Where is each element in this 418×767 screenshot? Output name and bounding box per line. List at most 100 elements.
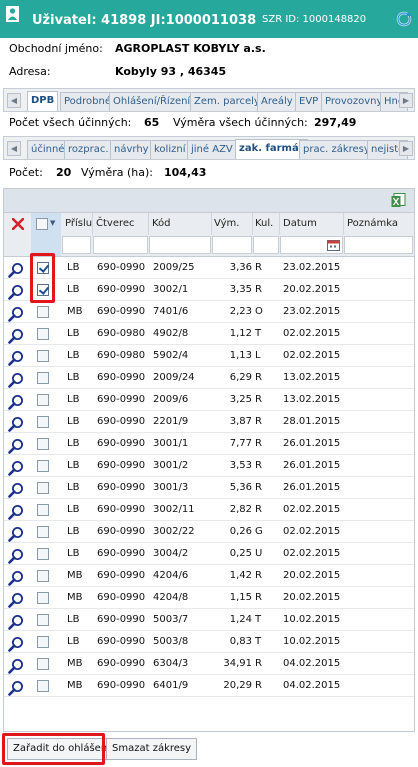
- table-row[interactable]: LB 690-0990 3002/11 2,82 R 02.02.2015: [4, 499, 414, 521]
- table-row[interactable]: LB 690-0990 2009/6 3,25 R 13.02.2015: [4, 389, 414, 411]
- magnifier-icon[interactable]: [8, 658, 24, 674]
- table-row[interactable]: LB 690-0990 2009/25 3,36 R 23.02.2015: [4, 257, 414, 279]
- select-all-checkbox[interactable]: [36, 218, 48, 230]
- filter-kod[interactable]: [149, 236, 211, 254]
- magnifier-icon[interactable]: [8, 570, 24, 586]
- table-row[interactable]: LB 690-0990 5003/7 1,24 T 10.02.2015: [4, 609, 414, 631]
- table-row[interactable]: MB 690-0990 4204/8 1,15 R 20.02.2015: [4, 587, 414, 609]
- col-poznamka[interactable]: Poznámka: [347, 218, 398, 229]
- tab-ohlaseni-rizeni[interactable]: Ohlášení/Řízení: [109, 92, 195, 111]
- row-checkbox[interactable]: [37, 394, 49, 406]
- magnifier-icon[interactable]: [8, 482, 24, 498]
- arrow-left-icon[interactable]: ◀: [7, 93, 21, 108]
- col-datum[interactable]: Datum: [283, 218, 317, 229]
- filter-kultura[interactable]: [253, 236, 279, 254]
- filter-ctverec[interactable]: [93, 236, 148, 254]
- magnifier-icon[interactable]: [8, 350, 24, 366]
- filter-prislus[interactable]: [62, 236, 91, 254]
- table-row[interactable]: LB 690-0990 3001/1 7,77 R 26.01.2015: [4, 433, 414, 455]
- tab-zem-parcely[interactable]: Zem. parcely: [190, 92, 264, 111]
- row-checkbox[interactable]: [37, 658, 49, 670]
- row-checkbox[interactable]: [37, 570, 49, 582]
- row-checkbox[interactable]: [37, 636, 49, 648]
- excel-export-icon[interactable]: [391, 193, 406, 208]
- row-checkbox[interactable]: [37, 372, 49, 384]
- tab-arealy[interactable]: Areály: [257, 92, 297, 111]
- tab-prac-zakresy[interactable]: prac. zákresy: [299, 140, 374, 159]
- table-row[interactable]: LB 690-0990 2201/9 3,87 R 28.01.2015: [4, 411, 414, 433]
- row-checkbox[interactable]: [37, 262, 49, 274]
- arrow-right-icon[interactable]: ▶: [399, 93, 413, 108]
- table-row[interactable]: LB 690-0990 3002/22 0,26 G 02.02.2015: [4, 521, 414, 543]
- table-row[interactable]: MB 690-0990 6304/3 34,91 R 04.02.2015: [4, 653, 414, 675]
- row-checkbox[interactable]: [37, 328, 49, 340]
- filter-datum[interactable]: [280, 236, 343, 254]
- magnifier-icon[interactable]: [8, 548, 24, 564]
- calendar-icon[interactable]: [327, 239, 340, 251]
- filter-poznamka[interactable]: [344, 236, 413, 254]
- tab-zak-farmar[interactable]: zak. farmář: [235, 139, 308, 159]
- row-checkbox[interactable]: [37, 460, 49, 472]
- table-row[interactable]: LB 690-0980 5902/4 1,13 L 02.02.2015: [4, 345, 414, 367]
- magnifier-icon[interactable]: [8, 680, 24, 696]
- magnifier-icon[interactable]: [8, 636, 24, 652]
- table-row[interactable]: MB 690-0990 6401/9 20,29 R 04.02.2015: [4, 675, 414, 697]
- tab-provozovny[interactable]: Provozovny: [321, 92, 387, 111]
- magnifier-icon[interactable]: [8, 262, 24, 278]
- row-checkbox[interactable]: [37, 526, 49, 538]
- assign-to-report-button[interactable]: Zařadit do ohlášení: [7, 738, 116, 760]
- row-checkbox[interactable]: [37, 306, 49, 318]
- row-checkbox[interactable]: [37, 482, 49, 494]
- magnifier-icon[interactable]: [8, 284, 24, 300]
- arrow-right-icon[interactable]: ▶: [399, 141, 413, 156]
- col-vymera[interactable]: Vým.: [214, 218, 239, 229]
- row-checkbox[interactable]: [37, 284, 49, 296]
- magnifier-icon[interactable]: [8, 416, 24, 432]
- tab-jine-azv[interactable]: jiné AZV: [187, 140, 237, 159]
- table-row[interactable]: LB 690-0990 3001/3 5,36 R 26.01.2015: [4, 477, 414, 499]
- refresh-icon[interactable]: [396, 11, 412, 27]
- table-row[interactable]: LB 690-0990 2009/24 6,29 R 13.02.2015: [4, 367, 414, 389]
- col-ctverec[interactable]: Čtverec: [96, 218, 135, 229]
- col-kod[interactable]: Kód: [152, 218, 171, 229]
- magnifier-icon[interactable]: [8, 614, 24, 630]
- tab-rozprac[interactable]: rozprac.: [64, 140, 113, 159]
- tab-evp[interactable]: EVP: [295, 92, 323, 111]
- tab-navrhy[interactable]: návrhy: [110, 140, 153, 159]
- filter-vymera[interactable]: [212, 236, 252, 254]
- row-checkbox[interactable]: [37, 592, 49, 604]
- row-checkbox[interactable]: [37, 548, 49, 560]
- table-row[interactable]: LB 690-0990 3004/2 0,25 U 02.02.2015: [4, 543, 414, 565]
- tab-ucinne[interactable]: účinné: [27, 140, 69, 159]
- magnifier-icon[interactable]: [8, 438, 24, 454]
- magnifier-icon[interactable]: [8, 394, 24, 410]
- table-row[interactable]: LB 690-0990 3001/2 3,53 R 26.01.2015: [4, 455, 414, 477]
- arrow-left-icon[interactable]: ◀: [7, 141, 21, 156]
- tab-dpb[interactable]: DPB: [27, 91, 59, 111]
- delete-drawings-button[interactable]: Smazat zákresy: [106, 738, 198, 760]
- col-kultura[interactable]: Kul.: [255, 218, 273, 229]
- table-row[interactable]: MB 690-0990 7401/6 2,23 O 23.02.2015: [4, 301, 414, 323]
- tab-kolizni[interactable]: kolizní: [150, 140, 190, 159]
- row-checkbox[interactable]: [37, 504, 49, 516]
- row-checkbox[interactable]: [37, 680, 49, 692]
- tab-podrobne[interactable]: Podrobné: [60, 92, 115, 111]
- checkbox-dropdown-icon[interactable]: ▼: [50, 219, 55, 227]
- magnifier-icon[interactable]: [8, 460, 24, 476]
- magnifier-icon[interactable]: [8, 526, 24, 542]
- row-checkbox[interactable]: [37, 438, 49, 450]
- magnifier-icon[interactable]: [8, 372, 24, 388]
- row-checkbox[interactable]: [37, 350, 49, 362]
- row-checkbox[interactable]: [37, 614, 49, 626]
- table-row[interactable]: LB 690-0980 4902/8 1,12 T 02.02.2015: [4, 323, 414, 345]
- table-row[interactable]: LB 690-0990 3002/1 3,35 R 20.02.2015: [4, 279, 414, 301]
- delete-filter-icon[interactable]: [12, 218, 24, 230]
- row-checkbox[interactable]: [37, 416, 49, 428]
- col-prislus[interactable]: Příslu: [65, 218, 92, 229]
- magnifier-icon[interactable]: [8, 592, 24, 608]
- magnifier-icon[interactable]: [8, 504, 24, 520]
- table-row[interactable]: LB 690-0990 5003/8 0,83 T 10.02.2015: [4, 631, 414, 653]
- magnifier-icon[interactable]: [8, 328, 24, 344]
- magnifier-icon[interactable]: [8, 306, 24, 322]
- table-row[interactable]: MB 690-0990 4204/6 1,42 R 20.02.2015: [4, 565, 414, 587]
